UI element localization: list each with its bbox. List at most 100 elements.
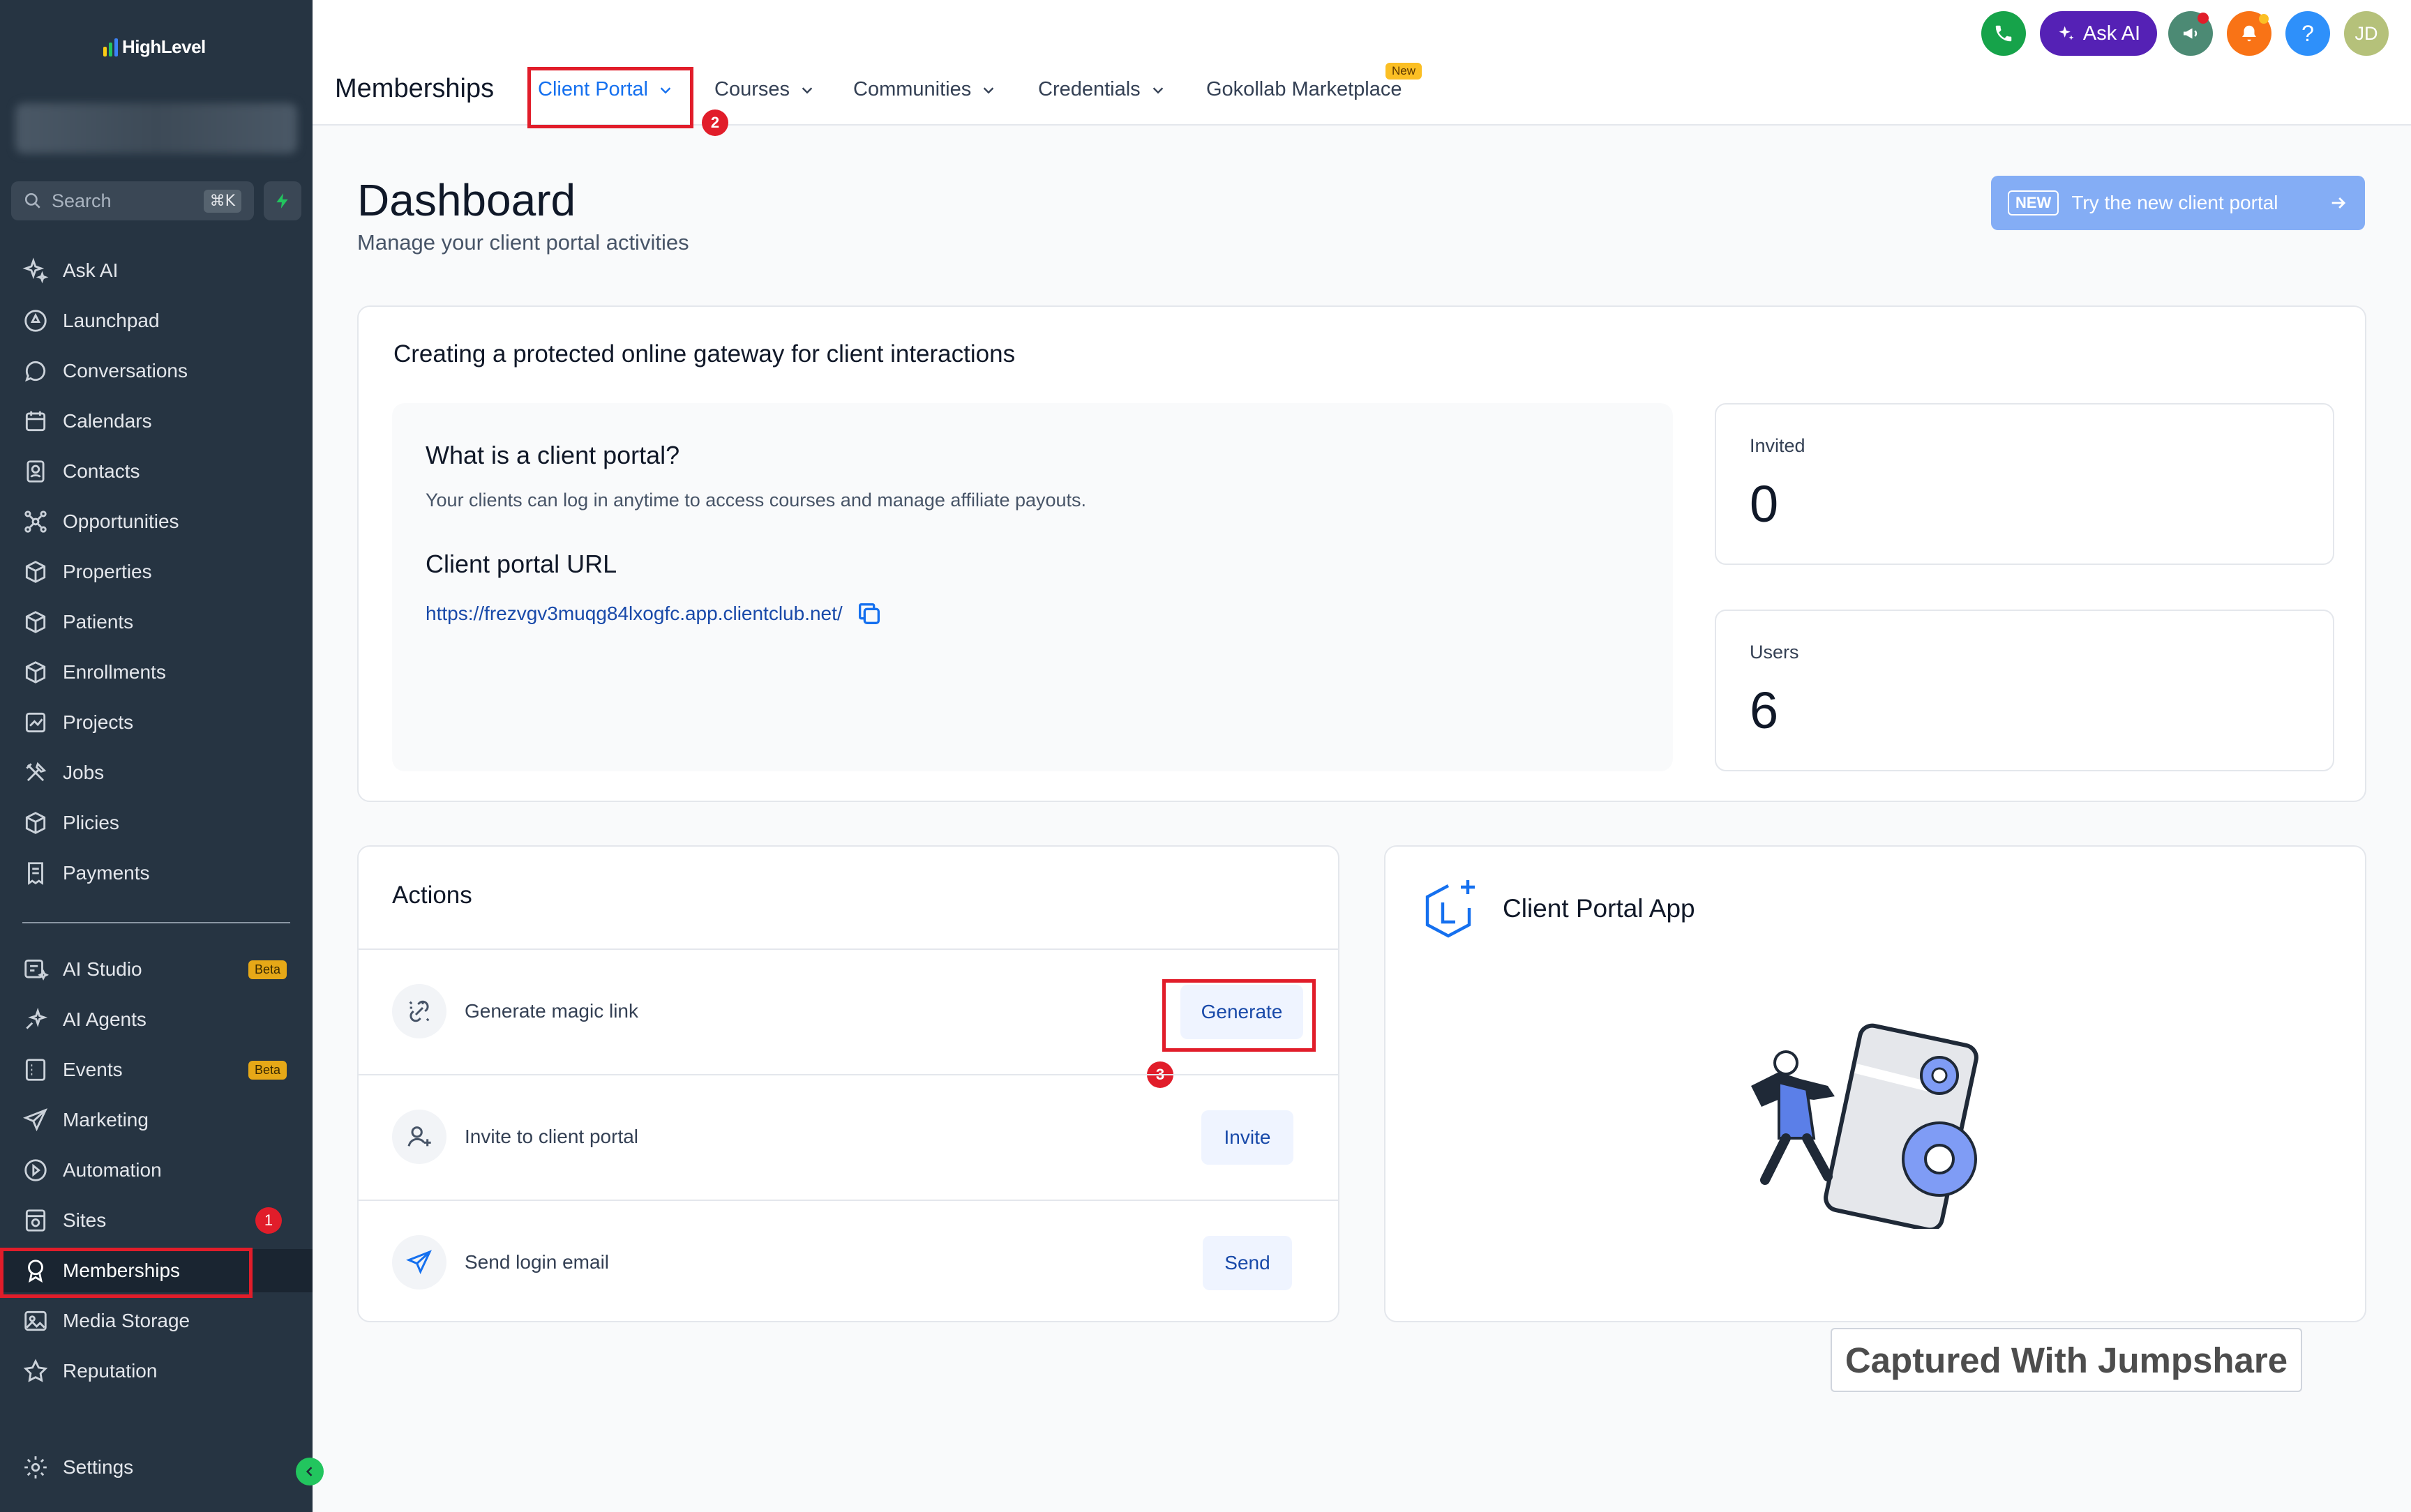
send-icon [22, 1108, 48, 1132]
bolt-icon [276, 193, 288, 209]
sidebar-item-conversations[interactable]: Conversations [0, 349, 313, 393]
sparkles-icon [2059, 26, 2074, 40]
action-row-invite: Invite to client portal [359, 1074, 1338, 1198]
users-stat: Users 6 [1715, 610, 2334, 771]
sidebar-item-projects[interactable]: Projects [0, 701, 313, 744]
phone-icon [1995, 25, 2012, 42]
tab-label: Communities [853, 78, 972, 100]
page-subtitle: Manage your client portal activities [357, 230, 689, 255]
avatar-initials: JD [2354, 22, 2378, 44]
sidebar-item-media-storage[interactable]: Media Storage [0, 1299, 313, 1343]
new-badge: NEW [2008, 190, 2059, 216]
help-button[interactable]: ? [2285, 11, 2330, 56]
sidebar-item-label: Conversations [63, 360, 188, 381]
step-marker-1: 1 [255, 1207, 282, 1234]
phone-button[interactable] [1981, 11, 2026, 56]
sidebar-item-label: Events [63, 1059, 123, 1080]
sidebar-item-label: Payments [63, 862, 150, 884]
sidebar-item-ai-agents[interactable]: AI Agents [0, 998, 313, 1041]
sidebar-item-calendars[interactable]: Calendars [0, 400, 313, 443]
url-row: https://frezvgv3muqg84lxogfc.app.clientc… [426, 600, 883, 628]
tab-credentials[interactable]: Credentials [1038, 78, 1166, 101]
client-portal-url-link[interactable]: https://frezvgv3muqg84lxogfc.app.clientc… [426, 603, 843, 625]
what-is-description: Your clients can log in anytime to acces… [426, 490, 1087, 511]
notifications-button[interactable] [2227, 11, 2271, 56]
client-portal-highlight [527, 67, 693, 128]
send-icon [392, 1235, 446, 1290]
chevron-down-icon [802, 86, 813, 93]
sidebar-item-plicies[interactable]: Plicies [0, 801, 313, 845]
sidebar-item-opportunities[interactable]: Opportunities [0, 500, 313, 543]
sidebar-item-reputation[interactable]: Reputation [0, 1350, 313, 1393]
megaphone-icon [2184, 28, 2198, 39]
sidebar-item-contacts[interactable]: Contacts [0, 450, 313, 493]
box-icon [25, 812, 46, 834]
sidebar-item-launchpad[interactable]: Launchpad [0, 299, 313, 342]
avatar[interactable]: JD [2344, 11, 2389, 56]
gear-icon [24, 1456, 47, 1479]
account-switcher[interactable] [15, 103, 297, 153]
star-icon [23, 1359, 48, 1382]
sidebar-item-patients[interactable]: Patients [0, 600, 313, 644]
quick-actions-button[interactable] [264, 181, 301, 220]
try-new-client-portal-button[interactable]: NEW Try the new client portal [1991, 176, 2365, 230]
sidebar: HighLevel Search ⌘K Ask AI Launchpad Con… [0, 0, 313, 1512]
send-button[interactable]: Send [1203, 1236, 1292, 1290]
sidebar-item-label: Reputation [63, 1360, 158, 1382]
stat-label: Users [1750, 642, 1799, 663]
tab-gokollab-marketplace[interactable]: Gokollab Marketplace [1206, 78, 1402, 101]
tab-communities[interactable]: Communities [853, 78, 996, 101]
sidebar-item-ai-studio[interactable]: AI Studio Beta [0, 948, 313, 991]
calendar-icon [25, 411, 46, 432]
sidebar-item-ask-ai[interactable]: Ask AI [0, 249, 313, 292]
sites-icon [25, 1209, 46, 1232]
stat-label: Invited [1750, 435, 1805, 456]
action-label: Invite to client portal [465, 1126, 639, 1147]
announcements-button[interactable] [2168, 11, 2213, 56]
client-portal-app-card: Client Portal App [1384, 845, 2366, 1322]
logo-mark-icon [103, 38, 118, 56]
what-is-title: What is a client portal? [426, 441, 680, 469]
stat-value: 0 [1750, 475, 1779, 533]
search-icon [24, 192, 40, 209]
invite-button[interactable]: Invite [1201, 1110, 1293, 1165]
tab-label: Gokollab Marketplace [1206, 78, 1402, 100]
top-navigation: Memberships Client Portal Courses Commun… [313, 0, 2411, 136]
sidebar-item-label: Projects [63, 711, 134, 733]
help-icon: ? [2301, 20, 2314, 46]
beta-badge: Beta [248, 1060, 287, 1080]
ai-studio-icon [24, 959, 49, 981]
sidebar-item-jobs[interactable]: Jobs [0, 751, 313, 794]
sidebar-item-payments[interactable]: Payments [0, 852, 313, 895]
sidebar-item-automation[interactable]: Automation [0, 1149, 313, 1192]
tab-courses[interactable]: Courses [714, 78, 815, 101]
memberships-highlight [0, 1248, 253, 1298]
sidebar-item-label: Marketing [63, 1109, 149, 1131]
collapse-sidebar-button[interactable] [296, 1458, 324, 1485]
copy-icon[interactable] [855, 600, 883, 628]
tab-label: Courses [714, 78, 790, 100]
highlevel-logo[interactable]: HighLevel [103, 36, 206, 58]
chevron-down-icon [983, 86, 994, 93]
phone-settings-illustration [1751, 1023, 1978, 1229]
sidebar-divider [22, 922, 290, 923]
client-portal-details: What is a client portal? Your clients ca… [392, 403, 1673, 771]
sidebar-search[interactable]: Search ⌘K [11, 181, 254, 220]
generate-highlight [1162, 979, 1316, 1052]
sidebar-item-settings[interactable]: Settings [0, 1446, 313, 1489]
sidebar-item-label: Jobs [63, 762, 105, 783]
sparkles-icon [22, 257, 49, 284]
bell-icon [2242, 25, 2256, 42]
network-icon [24, 511, 47, 533]
client-portal-app-icon [1425, 880, 1475, 938]
sidebar-item-properties[interactable]: Properties [0, 550, 313, 594]
tools-icon [26, 762, 47, 782]
action-label: Generate magic link [465, 1000, 639, 1022]
sidebar-item-enrollments[interactable]: Enrollments [0, 651, 313, 694]
chat-bubble-icon [25, 361, 46, 382]
try-new-label: Try the new client portal [2071, 192, 2278, 213]
ask-ai-button[interactable]: Ask AI [2040, 11, 2157, 56]
sidebar-item-marketing[interactable]: Marketing [0, 1098, 313, 1142]
sidebar-item-events[interactable]: Events Beta [0, 1048, 313, 1091]
jumpshare-watermark: Captured With Jumpshare [1831, 1328, 2302, 1392]
